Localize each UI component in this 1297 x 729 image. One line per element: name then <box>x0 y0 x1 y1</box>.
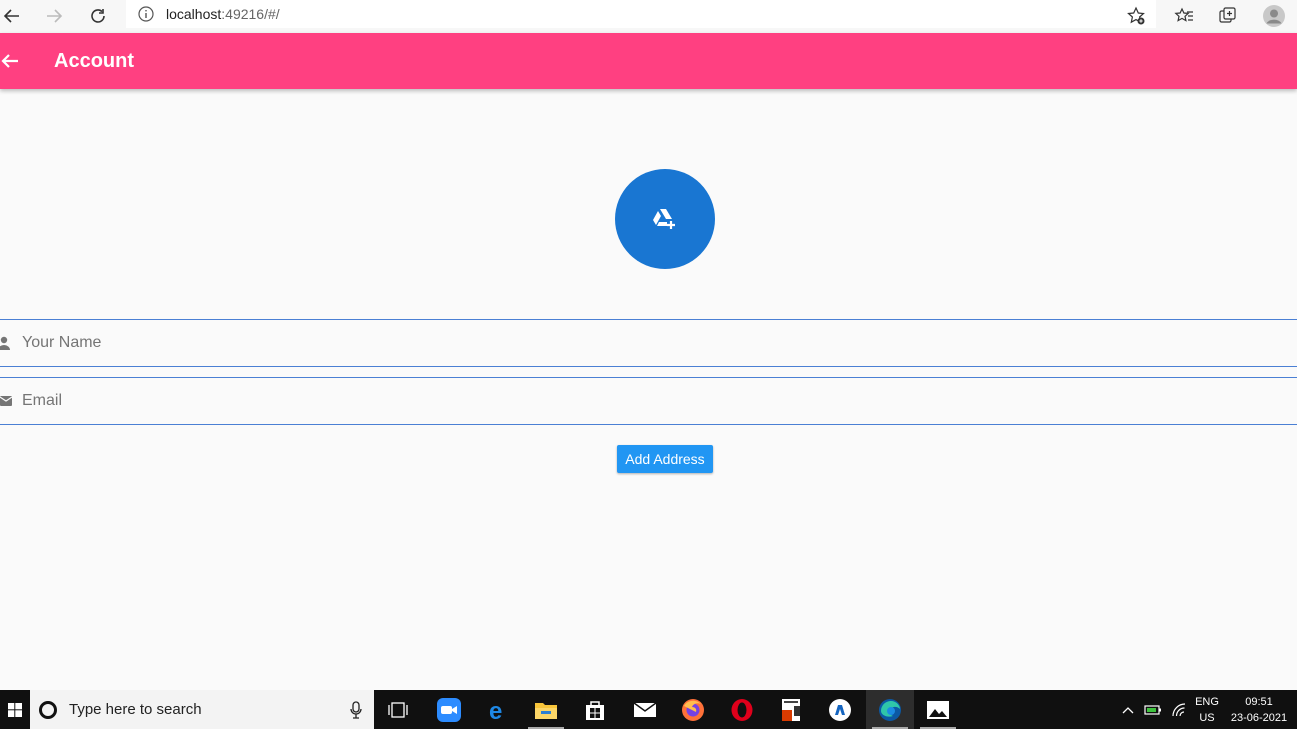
favorites-icon[interactable] <box>1172 4 1196 28</box>
email-field <box>0 377 1297 425</box>
task-view-icon[interactable] <box>374 690 422 729</box>
browser-refresh-icon[interactable] <box>86 4 110 28</box>
browser-back-icon[interactable] <box>0 4 24 28</box>
add-address-button[interactable]: Add Address <box>617 445 713 473</box>
back-arrow-icon[interactable] <box>0 49 22 73</box>
store-icon[interactable] <box>571 690 619 729</box>
ms-project-icon[interactable] <box>767 690 815 729</box>
clock[interactable]: 09:51 23-06-2021 <box>1226 690 1292 729</box>
opera-icon[interactable] <box>718 690 766 729</box>
language-code: ENG <box>1195 695 1219 708</box>
app-icon[interactable] <box>816 690 864 729</box>
show-hidden-icons-icon[interactable] <box>1118 690 1138 729</box>
photos-icon[interactable] <box>914 690 962 729</box>
page-title: Account <box>54 50 134 72</box>
file-explorer-icon[interactable] <box>522 690 570 729</box>
info-icon[interactable] <box>138 6 154 22</box>
add-to-drive-icon <box>653 209 675 229</box>
url-path: :49216/#/ <box>221 6 280 22</box>
taskbar-search-box[interactable]: Type here to search <box>30 690 374 729</box>
taskbar: Type here to search e ENG US 09:51 23-06… <box>0 690 1297 729</box>
clock-date: 23-06-2021 <box>1230 711 1288 724</box>
edge-legacy-icon[interactable]: e <box>474 690 522 729</box>
browser-toolbar: localhost:49216/#/ <box>0 0 1297 34</box>
address-bar[interactable]: localhost:49216/#/ <box>126 0 1156 28</box>
zoom-icon[interactable] <box>425 690 473 729</box>
url-text: localhost:49216/#/ <box>166 6 280 22</box>
profile-avatar-icon[interactable] <box>1262 4 1286 28</box>
edge-icon[interactable] <box>866 690 914 729</box>
mail-app-icon[interactable] <box>621 690 669 729</box>
name-input[interactable] <box>22 334 1222 352</box>
app-bar: Account <box>0 33 1297 89</box>
name-field <box>0 319 1297 367</box>
collections-icon[interactable] <box>1216 4 1240 28</box>
battery-icon[interactable] <box>1142 690 1164 729</box>
region-code: US <box>1199 711 1215 724</box>
profile-photo-button[interactable] <box>615 169 715 269</box>
svg-text:e: e <box>489 698 502 722</box>
wifi-icon[interactable] <box>1168 690 1190 729</box>
windows-start-icon[interactable] <box>0 690 30 729</box>
person-icon <box>0 335 14 351</box>
clock-time: 09:51 <box>1245 695 1273 708</box>
language-indicator[interactable]: ENG US <box>1192 690 1222 729</box>
add-favorite-icon[interactable] <box>1124 4 1148 28</box>
email-input[interactable] <box>22 392 1222 410</box>
microphone-icon[interactable] <box>350 701 362 719</box>
mail-icon <box>0 393 14 409</box>
cortana-icon <box>39 700 57 719</box>
firefox-icon[interactable] <box>669 690 717 729</box>
url-host: localhost <box>166 6 222 22</box>
taskbar-search-placeholder: Type here to search <box>69 701 202 718</box>
browser-forward-icon[interactable] <box>42 4 66 28</box>
